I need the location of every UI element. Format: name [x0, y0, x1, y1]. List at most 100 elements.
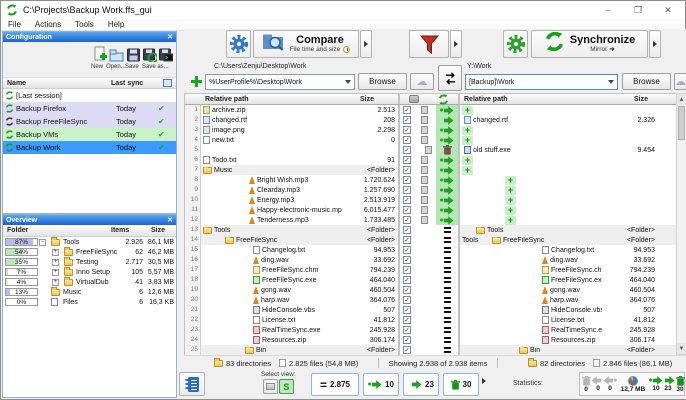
left-grid-row[interactable]: 17 FreeFileSync.chm 794.239	[185, 265, 398, 275]
row-checkbox[interactable]: ✓	[403, 316, 411, 324]
menu-tools[interactable]: Tools	[68, 20, 101, 29]
right-grid-row[interactable]: RealTimeSync.exe 245.928	[460, 325, 686, 335]
save-as-batch-button[interactable]	[158, 44, 173, 62]
sync-action-cell[interactable]	[436, 345, 458, 355]
right-grid-row[interactable]: +	[460, 185, 686, 195]
left-grid-row[interactable]: 9 Clearday.mp3 1.257.690	[185, 185, 398, 195]
left-folder-combobox[interactable]: %UserProfile%\Desktop\Work	[205, 74, 355, 90]
config-row[interactable]: Backup Work Today ✔	[3, 141, 176, 154]
left-grid-header[interactable]: Relative path Size	[184, 93, 399, 105]
add-folder-pair-button[interactable]	[189, 74, 203, 89]
filter-dropdown-button[interactable]	[450, 30, 462, 58]
sync-action-cell[interactable]	[436, 335, 458, 345]
middle-grid-row[interactable]: ✓	[400, 215, 458, 225]
view-filter-delete-right[interactable]: 30	[443, 373, 479, 396]
middle-grid-row[interactable]: ✓	[400, 155, 458, 165]
row-checkbox[interactable]: ✓	[403, 156, 411, 164]
left-grid-row[interactable]: 2 changed.rtf 208	[185, 115, 398, 125]
sync-action-cell[interactable]	[436, 285, 458, 295]
overview-row[interactable]: 0% Files 6 16,3 KB	[3, 297, 176, 307]
right-grid-row[interactable]: gong.wav 460.504	[460, 285, 686, 295]
config-row[interactable]: Backup Firefox Today ✔	[3, 102, 176, 115]
sync-action-cell[interactable]	[436, 245, 458, 255]
config-row[interactable]: Backup VMs Today ✔	[3, 128, 176, 141]
middle-grid-row[interactable]: ✓	[400, 225, 458, 235]
right-browse-button[interactable]: Browse	[622, 73, 671, 90]
sync-action-cell[interactable]	[436, 315, 458, 325]
middle-grid-row[interactable]: ✓	[400, 235, 458, 245]
sync-action-cell[interactable]	[436, 165, 458, 175]
row-checkbox[interactable]: ✓	[403, 126, 411, 134]
view-filter-create-right[interactable]: 10	[363, 373, 399, 396]
row-checkbox[interactable]: ✓	[403, 136, 411, 144]
overview-column-header[interactable]: Folder Items Size	[3, 225, 176, 237]
middle-grid-row[interactable]: ✓	[400, 165, 458, 175]
row-checkbox[interactable]: ✓	[403, 106, 411, 114]
left-grid-row[interactable]: 12 Tenderness.mp3 1.733.485	[185, 215, 398, 225]
sync-action-cell[interactable]	[436, 305, 458, 315]
menu-actions[interactable]: Actions	[28, 20, 68, 29]
synchronize-button[interactable]: Synchronize Mirror➜	[531, 30, 648, 58]
middle-grid-row[interactable]: ✓	[400, 105, 458, 115]
middle-grid-row[interactable]: ✓	[400, 335, 458, 345]
left-grid-row[interactable]: 25 Bin <Folder>	[185, 345, 398, 355]
sync-action-cell[interactable]	[436, 135, 458, 145]
left-grid-row[interactable]: 3 image.png 2.298	[185, 125, 398, 135]
left-grid-row[interactable]: 22 License.txt 41.812	[185, 315, 398, 325]
middle-grid-row[interactable]: ✓	[400, 305, 458, 315]
middle-grid-row[interactable]: ✓	[400, 245, 458, 255]
overview-row[interactable]: 7% + Inno Setup 105 5,57 MB	[3, 267, 176, 277]
sync-action-cell[interactable]	[436, 205, 458, 215]
sync-action-cell[interactable]	[436, 255, 458, 265]
sync-settings-button[interactable]	[503, 30, 528, 58]
left-grid-row-empty[interactable]: 5	[185, 145, 398, 155]
middle-grid-row[interactable]: ✓	[400, 205, 458, 215]
left-grid-row[interactable]: 13 Tools <Folder>	[185, 225, 398, 235]
close-button[interactable]: ✕	[653, 1, 683, 19]
middle-grid-row[interactable]: ✓	[400, 315, 458, 325]
row-checkbox[interactable]: ✓	[403, 346, 411, 354]
row-checkbox[interactable]: ✓	[403, 256, 411, 264]
folder-pairs-view-button[interactable]	[263, 379, 278, 394]
view-filter-equal[interactable]: = 2.875	[311, 373, 359, 396]
minimize-button[interactable]: –	[593, 1, 623, 19]
right-grid-row[interactable]: +	[460, 205, 686, 215]
left-grid-row[interactable]: 7 Music <Folder>	[185, 165, 398, 175]
collapse-icon[interactable]: −	[39, 239, 46, 246]
scroll-up-icon[interactable]: ▲	[677, 94, 686, 105]
sync-action-cell[interactable]	[436, 225, 458, 235]
config-row[interactable]: Backup FreeFileSync Today ✔	[3, 115, 176, 128]
middle-grid-row[interactable]: ✓	[400, 255, 458, 265]
row-checkbox[interactable]: ✓	[403, 286, 411, 294]
sync-action-cell[interactable]	[436, 265, 458, 275]
middle-grid-row[interactable]: ✓	[400, 325, 458, 335]
sync-action-cell[interactable]	[436, 195, 458, 205]
left-grid-row[interactable]: 19 gong.wav 460.504	[185, 285, 398, 295]
compare-button[interactable]: Compare File time and size	[253, 30, 359, 58]
right-grid-row[interactable]: HideConsole.vbs 507	[460, 305, 686, 315]
configuration-close-icon[interactable]: ✕	[167, 33, 173, 41]
expand-icon[interactable]: +	[52, 249, 59, 256]
maximize-button[interactable]: ❐	[623, 1, 653, 19]
right-grid-row[interactable]: changed.rtf 2.326	[460, 115, 686, 125]
right-grid-row[interactable]: old stuff.exe 9.454	[460, 145, 686, 155]
left-grid-row[interactable]: 4 new.txt 0	[185, 135, 398, 145]
sync-action-cell[interactable]	[436, 175, 458, 185]
comparison-settings-button[interactable]	[226, 30, 251, 58]
sync-action-cell[interactable]	[436, 275, 458, 285]
middle-grid-row[interactable]: ✓	[400, 185, 458, 195]
right-grid-row[interactable]: +	[460, 135, 686, 145]
left-grid-row[interactable]: 18 FreeFileSync.exe 464.040	[185, 275, 398, 285]
filter-button[interactable]	[409, 30, 449, 58]
left-grid-row[interactable]: 11 Happy-electronic-music.mp3 6.015.477	[185, 205, 398, 215]
save-as-config-button[interactable]	[142, 44, 157, 62]
overview-row[interactable]: 13% Music 6 12,6 MB	[3, 287, 176, 297]
right-grid-row[interactable]: +	[460, 125, 686, 135]
view-more-dropdown-icon[interactable]	[482, 378, 486, 384]
overview-row[interactable]: 4% + VirtualDub 41 3,83 MB	[3, 277, 176, 287]
right-grid-row[interactable]: +	[460, 175, 686, 185]
sync-action-cell[interactable]	[436, 155, 458, 165]
expand-icon[interactable]: +	[52, 269, 59, 276]
row-checkbox[interactable]: ✓	[403, 186, 411, 194]
right-grid-row[interactable]: +	[460, 155, 686, 165]
